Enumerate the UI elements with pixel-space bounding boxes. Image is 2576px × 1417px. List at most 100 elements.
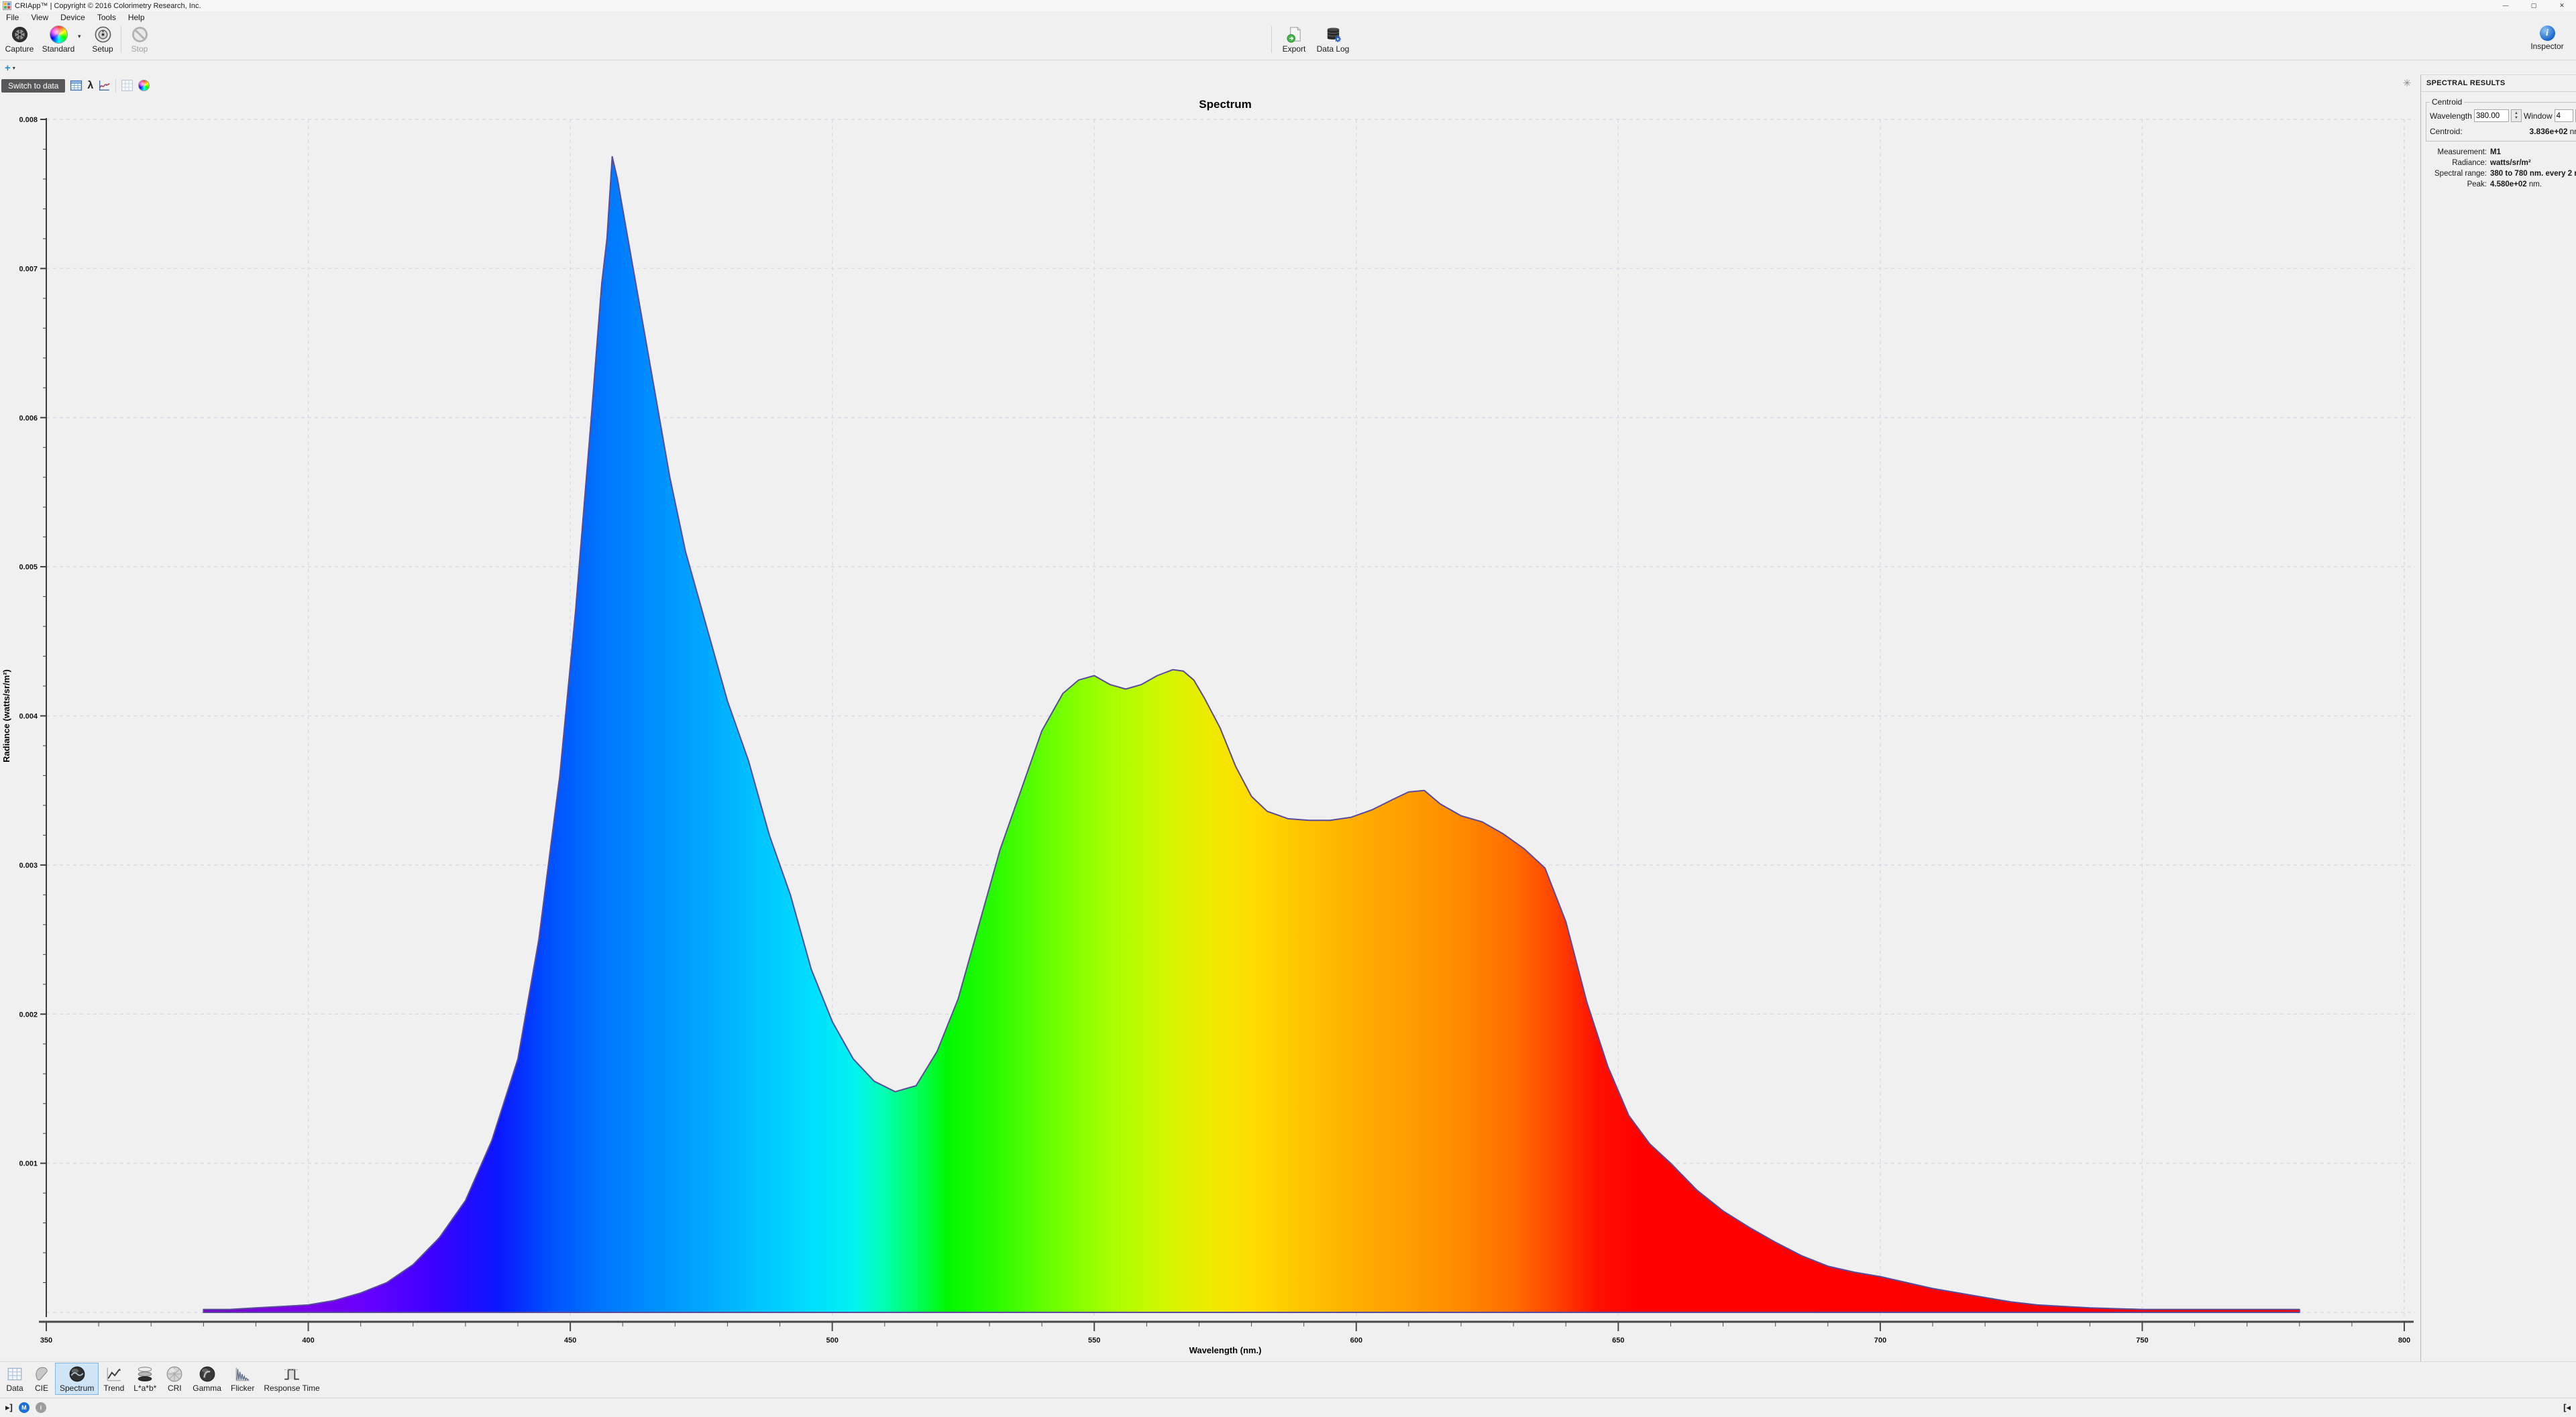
svg-text:400: 400 [302, 1337, 314, 1345]
grid-toggle-icon[interactable] [121, 79, 133, 92]
tab-trend[interactable]: Trend [99, 1363, 129, 1395]
add-view-caret-icon[interactable]: ▾ [13, 65, 15, 71]
menu-device[interactable]: Device [54, 11, 91, 23]
export-document-icon [1286, 27, 1301, 43]
svg-text:0.006: 0.006 [19, 414, 38, 422]
menu-tools[interactable]: Tools [91, 11, 122, 23]
standard-button[interactable]: Standard [39, 25, 78, 54]
wavelength-lambda-icon[interactable]: λ [87, 80, 93, 92]
svg-text:600: 600 [1350, 1337, 1362, 1345]
flicker-decay-icon [235, 1367, 250, 1381]
tab-response-time[interactable]: Response Time [259, 1363, 324, 1395]
view-tab-row: + ▾ [0, 60, 2576, 76]
panel-options-icon[interactable]: ✳ [2399, 75, 2415, 91]
cri-sphere-icon [166, 1366, 182, 1382]
spectrum-plot-icon[interactable] [98, 79, 111, 92]
tab-label: Spectrum [60, 1383, 95, 1393]
export-label: Export [1282, 44, 1306, 54]
switch-to-data-button[interactable]: Switch to data [1, 78, 66, 93]
response-pulse-icon [284, 1369, 299, 1380]
svg-text:800: 800 [2398, 1337, 2410, 1345]
chart-area: 0.001 0.002 0.003 0.004 0.005 0.006 0.007 0.008… [0, 94, 2420, 1361]
measurement-row: Measurement: M1 [2421, 147, 2576, 158]
radiance-row: Radiance: watts/sr/m² [2421, 158, 2576, 168]
window-label: Window [2523, 111, 2553, 121]
spin-up-icon: ▲ [2514, 111, 2518, 115]
tab-spectrum[interactable]: Spectrum [55, 1363, 99, 1395]
capture-label: Capture [5, 44, 34, 54]
cie-horseshoe-icon [36, 1367, 48, 1381]
chevron-down-icon: ▾ [78, 33, 81, 40]
tab-data[interactable]: Data [1, 1363, 28, 1395]
svg-text:0.005: 0.005 [19, 563, 38, 571]
inspector-button[interactable]: i Inspector [2522, 25, 2572, 51]
window-input[interactable] [2554, 109, 2573, 122]
measurement-info: Measurement: M1 Radiance: watts/sr/m² Sp… [2421, 147, 2576, 190]
asterisk-glyph: ✳ [2402, 78, 2412, 89]
tab-gamma[interactable]: Gamma [188, 1363, 226, 1395]
main-toolbar: Capture Standard ▾ Setup Stop Export Dat… [0, 23, 2576, 60]
add-view-icon[interactable]: + [5, 63, 11, 73]
svg-text:0.004: 0.004 [19, 713, 38, 721]
centroid-group: Centroid Wavelength ▲ ▼ Window ▲ ▼ Centr… [2426, 97, 2576, 141]
svg-text:550: 550 [1088, 1337, 1100, 1345]
menu-help[interactable]: Help [122, 11, 151, 23]
toolbar-separator [1271, 26, 1272, 53]
setup-label: Setup [92, 44, 113, 54]
y-axis-label: Radiance (watts/sr/m²) [1, 669, 11, 762]
wavelength-label: Wavelength [2430, 111, 2472, 121]
tab-label: Gamma [193, 1383, 221, 1393]
row-label: Spectral range: [2434, 170, 2487, 178]
wavelength-stepper[interactable]: ▲ ▼ [2510, 109, 2522, 122]
spectrum-chart: 0.001 0.002 0.003 0.004 0.005 0.006 0.007 0.008… [1, 98, 2415, 1355]
lab-ellipsoids-icon [138, 1367, 152, 1381]
menu-view[interactable]: View [25, 11, 54, 23]
dock-panel-icon[interactable]: [◂ [2563, 1402, 2571, 1413]
data-grid-icon [7, 1367, 22, 1381]
spectral-results-panel: SPECTRAL RESULTS Centroid Wavelength ▲ ▼… [2420, 74, 2576, 1361]
tab-label: Flicker [230, 1383, 255, 1393]
setup-button[interactable]: Setup [87, 25, 118, 54]
peak-row: Peak: 4.580e+02 nm. [2421, 179, 2576, 190]
minimize-icon[interactable]: — [2491, 0, 2520, 11]
window-title: CRIApp™ | Copyright © 2016 Colorimetry R… [15, 1, 201, 10]
x-axis-label: Wavelength (nm.) [1189, 1345, 1262, 1355]
wavelength-input[interactable] [2473, 109, 2509, 122]
aperture-icon [11, 26, 28, 43]
info-badge[interactable]: i [35, 1402, 46, 1413]
console-log-icon[interactable]: ▸] [5, 1402, 13, 1413]
row-value: 380 to 780 nm. every 2 nm. [2490, 170, 2576, 178]
knob-icon [95, 26, 111, 43]
centroid-legend: Centroid [2432, 97, 2463, 107]
data-log-button[interactable]: Data Log [1313, 25, 1352, 54]
svg-text:0.001: 0.001 [19, 1160, 38, 1168]
tab-cie[interactable]: CIE [28, 1363, 55, 1395]
menu-file[interactable]: File [0, 11, 25, 23]
stop-button[interactable]: Stop [124, 25, 155, 54]
svg-text:750: 750 [2136, 1337, 2148, 1345]
svg-text:500: 500 [826, 1337, 838, 1345]
tab-flicker[interactable]: Flicker [226, 1363, 259, 1395]
menu-bar: File View Device Tools Help [0, 11, 2576, 23]
view-tabbar: Data CIE Spectrum Trend L*a*b* CRI Gamma… [0, 1361, 2576, 1398]
svg-text:0.002: 0.002 [19, 1011, 38, 1019]
gamma-sphere-icon [199, 1366, 215, 1382]
measurement-badge[interactable]: M [18, 1402, 30, 1413]
tab-cri[interactable]: CRI [161, 1363, 188, 1395]
export-button[interactable]: Export [1275, 25, 1313, 54]
data-table-icon[interactable] [70, 79, 83, 92]
title-bar: CRIApp™ | Copyright © 2016 Colorimetry R… [0, 0, 2576, 11]
capture-button[interactable]: Capture [0, 25, 39, 54]
panel-title: SPECTRAL RESULTS [2421, 75, 2576, 92]
maximize-icon[interactable]: ▢ [2520, 0, 2548, 11]
close-icon[interactable]: ✕ [2548, 0, 2576, 11]
tab-label: Response Time [264, 1383, 320, 1393]
centroid-result-unit: nm. [2569, 127, 2576, 136]
inspector-label: Inspector [2530, 42, 2564, 51]
svg-text:0.003: 0.003 [19, 862, 38, 870]
standard-dropdown[interactable]: ▾ [78, 25, 87, 40]
row-label: Measurement: [2437, 148, 2487, 156]
info-glyph: i [2546, 27, 2548, 38]
spectral-colors-toggle-icon[interactable] [138, 80, 150, 91]
tab-lab[interactable]: L*a*b* [129, 1363, 161, 1395]
